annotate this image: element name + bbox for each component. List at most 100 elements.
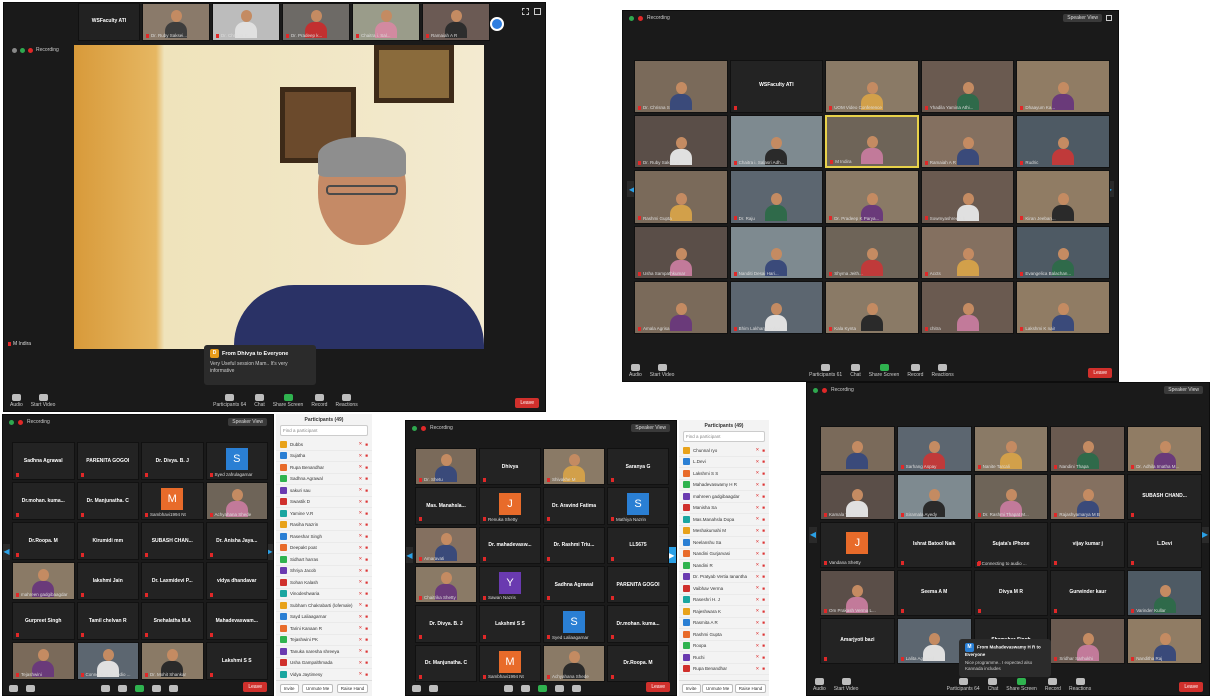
participant-list-item[interactable]: Rasiha Nazrin ✕ ■ (276, 520, 372, 531)
participant-tile[interactable]: Dr. Shetu (415, 448, 477, 486)
participant-list-item[interactable]: Chunnal ryo ✕ ■ (679, 445, 769, 457)
participant-tile[interactable]: Dr. Adhila Imatha M... (1127, 426, 1202, 472)
participant-tile[interactable]: Lakshmi K nair (1016, 280, 1110, 334)
find-participant-input[interactable]: Find a participant (280, 425, 368, 436)
participant-tile[interactable]: Rudric (1016, 115, 1110, 169)
participant-list-item[interactable]: Vaibhav Verma ✕ ■ (679, 583, 769, 595)
find-participant-input[interactable]: Find a participant (683, 431, 765, 442)
leave-button[interactable]: Leave (1088, 368, 1112, 378)
record-button[interactable] (554, 685, 564, 692)
start-video-button[interactable] (26, 685, 35, 692)
participant-tile[interactable]: Y Sawan Nazris (479, 566, 541, 604)
invite-button[interactable]: Invite (681, 684, 701, 693)
participant-tile[interactable]: Mas. Manahsla... (415, 487, 477, 525)
previous-page-arrow[interactable]: ◀ (809, 526, 817, 543)
shield-icon[interactable] (629, 15, 634, 21)
strip-tile-host[interactable]: WSFaculty ATI (78, 3, 140, 41)
participant-tile[interactable]: Connecting to audio ... (76, 642, 139, 680)
participants-button[interactable]: Participants 64 (213, 394, 246, 408)
raise-hand-button[interactable]: Raise Hand (734, 684, 767, 693)
participant-tile[interactable]: Achyahana Shede (205, 482, 268, 520)
share-screen-button[interactable] (134, 685, 144, 692)
participant-tile[interactable]: Ramaiah A R (920, 115, 1015, 169)
participant-list-item[interactable]: Yamine V.R ✕ ■ (276, 508, 372, 520)
shield-icon[interactable] (9, 419, 14, 425)
participant-tile[interactable]: Sadhna Agrawal (12, 442, 75, 480)
participants-button[interactable] (503, 685, 513, 692)
participant-tile[interactable]: Accts (920, 225, 1015, 279)
participants-button[interactable] (100, 685, 110, 692)
participant-tile[interactable]: Usha Sampathkumar (634, 225, 728, 279)
participant-list-item[interactable]: Nandini Gurjarvasi ✕ ■ (679, 549, 769, 560)
participant-list-item[interactable]: Sujatha ✕ ■ (276, 451, 372, 462)
participant-tile[interactable]: Dr.mohan. kuma... (607, 605, 669, 643)
reactions-button[interactable] (571, 685, 581, 692)
participant-list-item[interactable]: Mahadevaswamy H R ✕ ■ (679, 480, 769, 491)
audio-button[interactable]: Audio (10, 394, 23, 408)
strip-tile-1[interactable]: Dr. Ruby Saksei... (142, 3, 210, 41)
fullscreen-icon[interactable] (1106, 15, 1112, 21)
participant-tile[interactable]: Siramala Ayedy (896, 474, 972, 520)
audio-button[interactable]: Audio (813, 678, 826, 692)
reactions-button[interactable]: Reactions (931, 364, 954, 378)
participant-tile[interactable]: mahreen gadgibaagdar (12, 562, 75, 600)
participant-tile[interactable]: Rashmi Gupta (634, 170, 728, 224)
shield-icon[interactable] (813, 387, 818, 393)
participant-tile[interactable]: Achyahana Shede (543, 644, 605, 682)
participant-tile[interactable]: Kiran Jeeban... (1016, 170, 1110, 224)
participant-list-item[interactable]: Tanuka naresha shreeya ✕ ■ (276, 646, 372, 658)
participant-list-item[interactable]: Neelanshu Sa ✕ ■ (679, 537, 769, 549)
participant-tile[interactable]: Bhim Lakhargaonkar (729, 280, 824, 334)
chat-button[interactable]: Chat (850, 364, 861, 378)
share-screen-button[interactable] (537, 685, 547, 692)
participant-tile[interactable]: Nanditi Desai Hari... (729, 225, 824, 279)
participant-list-item[interactable]: Vidya Jaytimesy ✕ ■ (276, 669, 372, 681)
speaker-view-button[interactable]: Speaker View (631, 424, 670, 432)
participant-tile[interactable]: Lakshmi S S (479, 605, 541, 643)
strip-tile-5[interactable]: Ramaiah A R (422, 3, 490, 41)
participant-list-item[interactable]: Shriya Jacob ✕ ■ (276, 566, 372, 577)
participant-tile[interactable]: LL5675 (607, 526, 669, 564)
participant-tile[interactable]: S Syed Laliaagarnar (543, 605, 605, 643)
participant-tile[interactable]: S Mathiya Nazrin (607, 487, 669, 525)
chat-notification[interactable]: D From Dhivya to Everyone Very Useful ses… (204, 345, 316, 385)
strip-tile-2[interactable]: Dr. Chrisna S... (212, 3, 280, 41)
participant-tile[interactable]: UOM Video Conference (825, 60, 919, 114)
participant-list-item[interactable]: Sidhart harras ✕ ■ (276, 554, 372, 566)
participant-tile[interactable]: Amala Agrisa (634, 280, 728, 334)
participant-tile[interactable]: Nandini Thapa (1050, 426, 1126, 472)
participant-list-item[interactable]: Tejashwini PK ✕ ■ (276, 635, 372, 646)
chat-button[interactable]: Chat (254, 394, 265, 408)
participant-tile[interactable]: chitra (920, 280, 1015, 334)
participant-tile[interactable]: Dr.mohan. kuma... (12, 482, 75, 520)
shield-icon[interactable] (412, 425, 417, 431)
participant-tile[interactable]: Dr.Roopa. M (12, 522, 75, 560)
participant-tile[interactable]: Evangelica Balachan... (1016, 225, 1110, 279)
participant-list-item[interactable]: Deepakt poat ✕ ■ (276, 543, 372, 554)
next-page-icon[interactable] (490, 17, 504, 31)
participant-tile[interactable]: Mahadevaswam... (205, 602, 268, 640)
share-screen-button[interactable]: Share Screen (273, 394, 303, 408)
participant-tile[interactable]: lakshmi Jain (76, 562, 139, 600)
participant-tile[interactable]: L.Devi (1127, 522, 1202, 568)
participant-tile[interactable]: Dr. Chrisna S (634, 60, 728, 114)
speaker-view-button[interactable]: Speaker View (1063, 14, 1102, 22)
participant-list-item[interactable]: Sadhna Agrawal ✕ ■ (276, 474, 372, 485)
participant-list-item[interactable]: Swastik D ✕ ■ (276, 497, 372, 508)
chat-button[interactable] (117, 685, 127, 692)
chat-button[interactable] (520, 685, 530, 692)
participant-list-item[interactable]: Dubbs ✕ ■ (276, 439, 372, 451)
participant-list-item[interactable]: Sohan Kalash ✕ ■ (276, 577, 372, 589)
participant-tile[interactable]: SUBASH CHAND... (1127, 474, 1202, 520)
participant-tile[interactable]: SUBASH CHAN... (141, 522, 204, 560)
record-button[interactable]: Record (1045, 678, 1061, 692)
leave-button[interactable]: Leave (515, 398, 539, 408)
participant-list-item[interactable]: Manisha Sa ✕ ■ (679, 503, 769, 514)
participant-tile[interactable]: Shivakhe M (543, 448, 605, 486)
reactions-button[interactable] (168, 685, 178, 692)
participant-tile[interactable]: M Indira (825, 115, 919, 169)
reactions-button[interactable]: Reactions (335, 394, 358, 408)
participant-list-item[interactable]: Raseshar Singh ✕ ■ (276, 531, 372, 543)
participant-tile[interactable]: Chaitra i. Salasri Adh... (729, 115, 824, 169)
participant-tile[interactable]: Om Prakash Verma L... (820, 570, 895, 616)
